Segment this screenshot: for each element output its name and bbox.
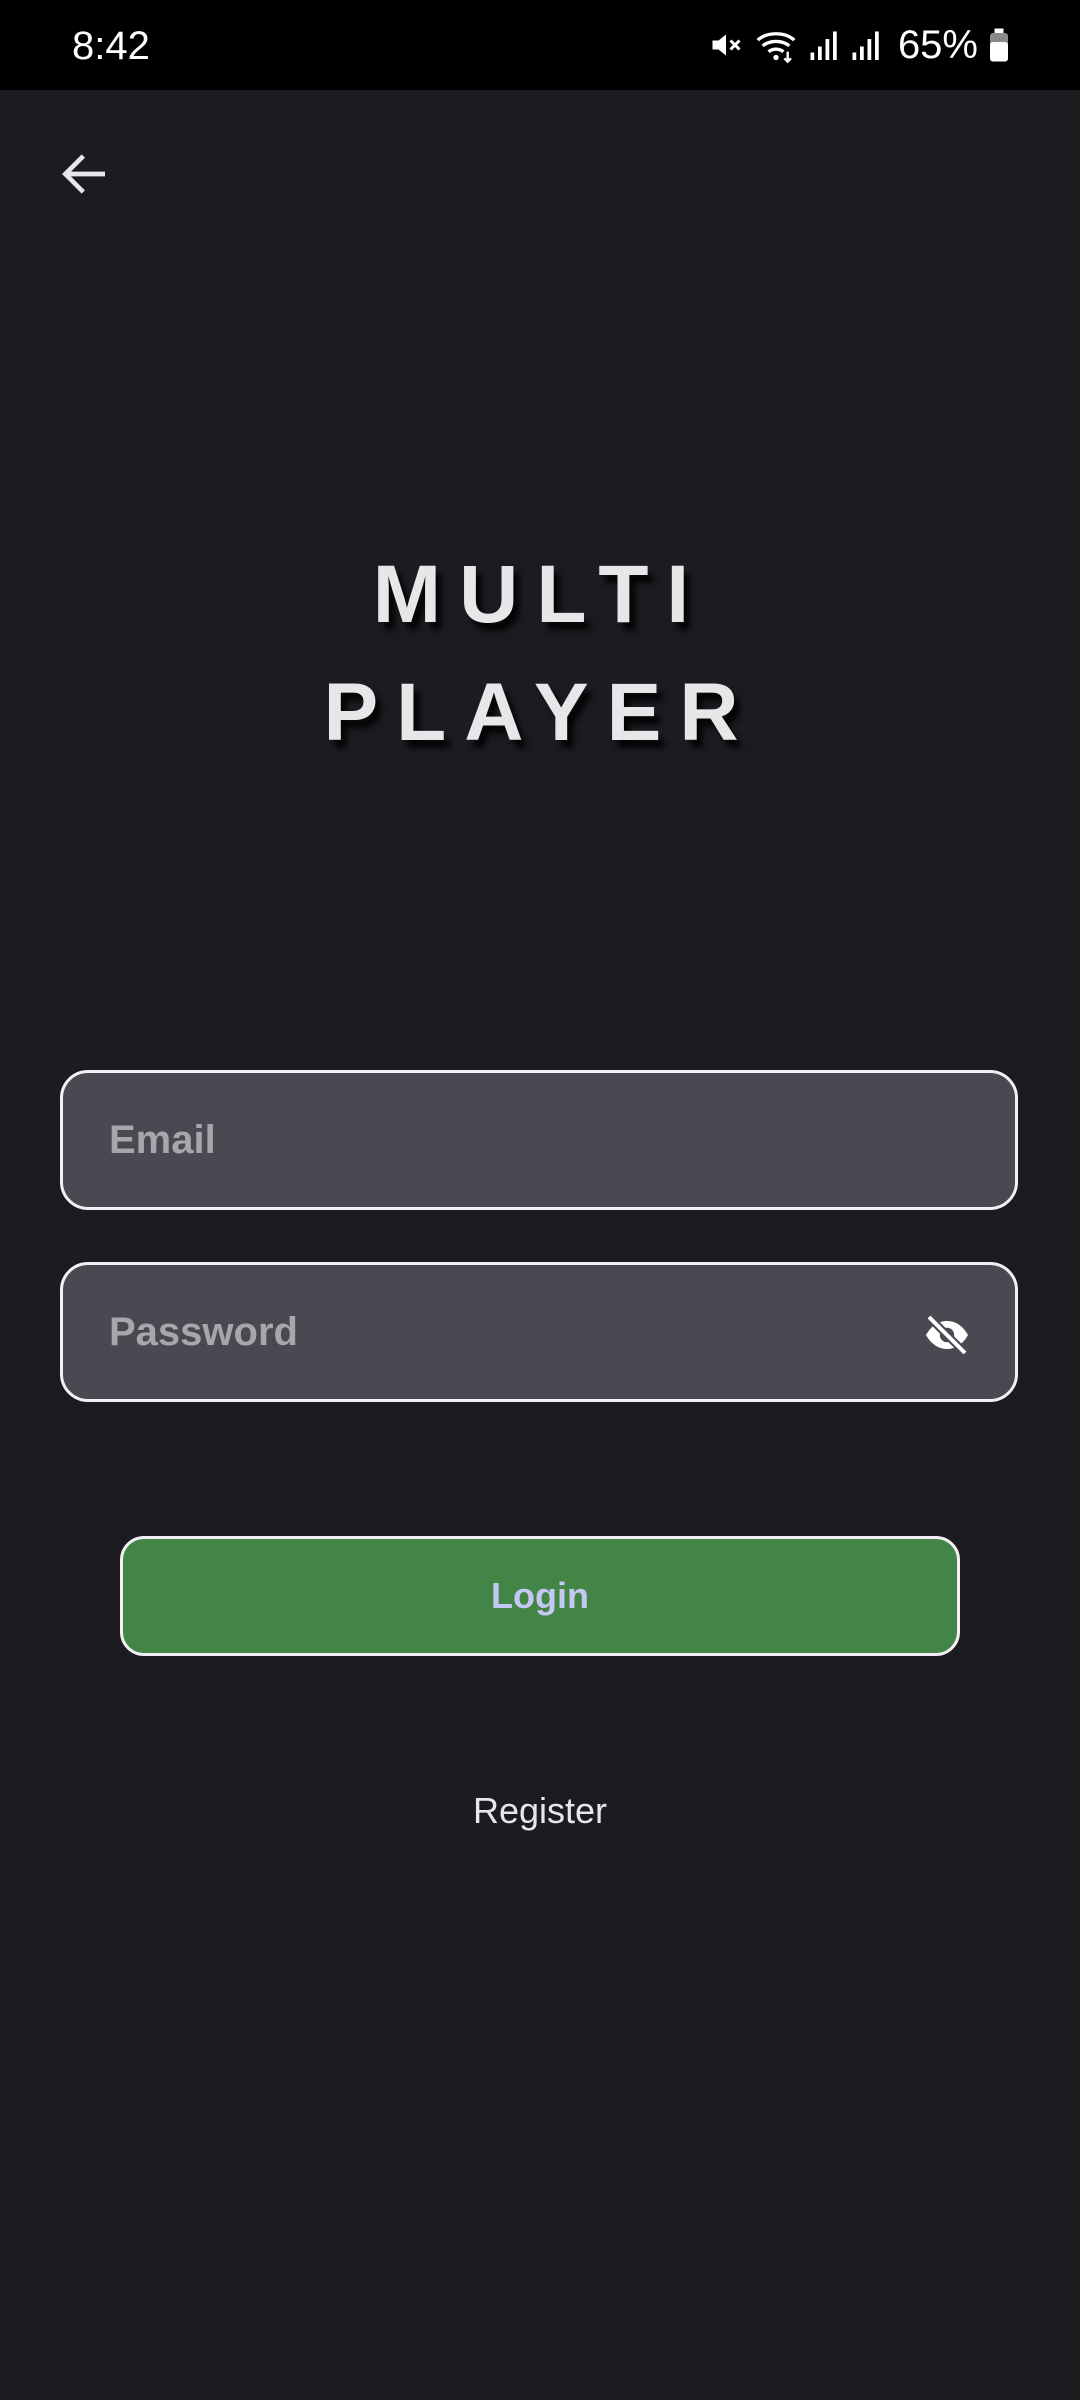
status-bar: 8:42 65% bbox=[0, 0, 1080, 90]
register-link[interactable]: Register bbox=[0, 1790, 1080, 1832]
password-input[interactable] bbox=[63, 1265, 869, 1399]
eye-off-icon[interactable] bbox=[921, 1309, 973, 1361]
password-field[interactable] bbox=[60, 1262, 1018, 1402]
arrow-left-icon bbox=[56, 146, 112, 207]
email-field[interactable] bbox=[60, 1070, 1018, 1210]
email-input[interactable] bbox=[63, 1073, 869, 1207]
app-title-line-2: PLAYER bbox=[323, 667, 757, 758]
login-screen: 8:42 65% MULTI PLAYER Email Login Regist… bbox=[0, 0, 1080, 2400]
app-title-line-1: MULTI bbox=[372, 549, 708, 640]
back-button[interactable] bbox=[48, 140, 120, 212]
battery-percent: 65% bbox=[897, 23, 978, 67]
mute-icon bbox=[708, 27, 744, 63]
wifi-icon bbox=[754, 25, 798, 65]
status-time: 8:42 bbox=[72, 24, 150, 68]
signal-icon bbox=[850, 27, 882, 63]
status-icons: 65% bbox=[708, 22, 1010, 68]
battery-icon bbox=[988, 27, 1010, 63]
login-button[interactable]: Login bbox=[120, 1536, 960, 1656]
signal-icon bbox=[808, 27, 840, 63]
